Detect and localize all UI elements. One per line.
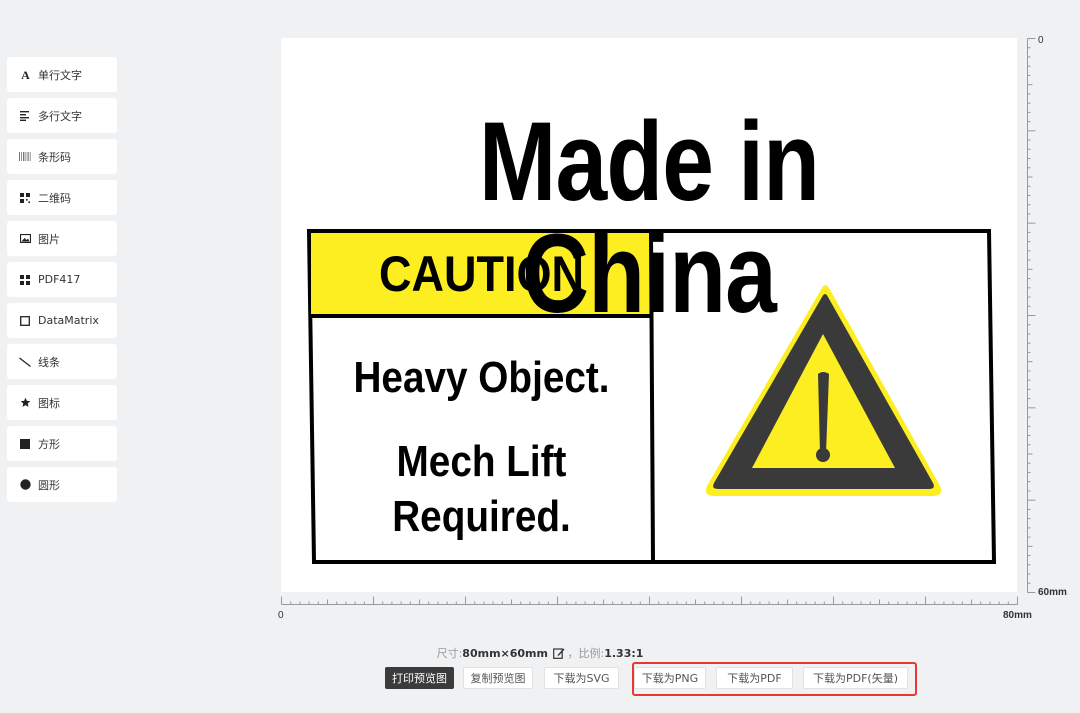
circle-icon [19,479,31,491]
caution-text[interactable]: CAUTION [329,233,634,315]
star-icon [19,397,31,409]
tool-label: DataMatrix [38,314,99,327]
tool-label: 单行文字 [38,68,82,82]
download-svg-button[interactable]: 下载为SVG [544,667,619,689]
ruler-x-start: 0 [278,610,284,621]
tool-label: 圆形 [38,478,60,492]
ruler-y-end: 60mm [1038,587,1067,598]
download-highlight-box [632,662,917,696]
size-info: 尺寸:80mm×60mm ，比例:1.33:1 [0,645,1080,662]
tool-line[interactable]: 线条 [7,344,117,379]
ratio-prefix: ，比例: [567,647,605,660]
tool-label: PDF417 [38,273,81,286]
ruler-y-start: 0 [1038,35,1044,46]
tool-circle[interactable]: 圆形 [7,467,117,502]
tool-label: 线条 [38,355,60,369]
size-value: 80mm×60mm [462,647,548,660]
square-icon [19,438,31,450]
tool-label: 多行文字 [38,109,82,123]
tool-square[interactable]: 方形 [7,426,117,461]
line-icon [19,356,31,368]
datamatrix-icon [19,315,31,327]
tool-label: 图片 [38,232,60,246]
tool-label: 图标 [38,396,60,410]
tool-barcode[interactable]: 条形码 [7,139,117,174]
warning-line-1[interactable]: Heavy Object. [332,350,630,405]
copy-preview-button[interactable]: 复制预览图 [463,667,533,689]
pdf417-icon [19,274,31,286]
size-prefix: 尺寸: [436,647,463,660]
label-canvas[interactable]: Made in China CAUTION Heavy Object. Mech… [281,38,1017,592]
qrcode-icon [19,192,31,204]
horizontal-ruler [281,596,1018,605]
action-buttons: 打印预览图 复制预览图 下载为SVG 下载为PNG 下载为PDF 下载为PDF(… [0,667,1080,691]
tool-multi-line-text[interactable]: 多行文字 [7,98,117,133]
tool-label: 二维码 [38,191,71,205]
image-icon [19,233,31,245]
warning-line-2[interactable]: Mech Lift [332,434,630,489]
barcode-icon [19,151,31,163]
edit-icon[interactable] [553,647,565,662]
ratio-value: 1.33:1 [604,647,644,660]
tool-icon[interactable]: 图标 [7,385,117,420]
ruler-x-end: 80mm [1003,610,1032,621]
multiline-text-icon [19,110,31,122]
tool-pdf417[interactable]: PDF417 [7,262,117,297]
vertical-ruler [1027,38,1036,593]
toolbox-sidebar: A 单行文字 多行文字 条形码 二维码 图片 PDF417 DataMatrix… [7,57,117,508]
text-a-icon: A [19,69,31,81]
tool-qrcode[interactable]: 二维码 [7,180,117,215]
warning-line-3[interactable]: Required. [332,489,630,544]
tool-datamatrix[interactable]: DataMatrix [7,303,117,338]
print-preview-button[interactable]: 打印预览图 [385,667,454,689]
tool-single-line-text[interactable]: A 单行文字 [7,57,117,92]
tool-label: 条形码 [38,150,71,164]
tool-label: 方形 [38,437,60,451]
svg-text:A: A [21,69,30,80]
tool-image[interactable]: 图片 [7,221,117,256]
